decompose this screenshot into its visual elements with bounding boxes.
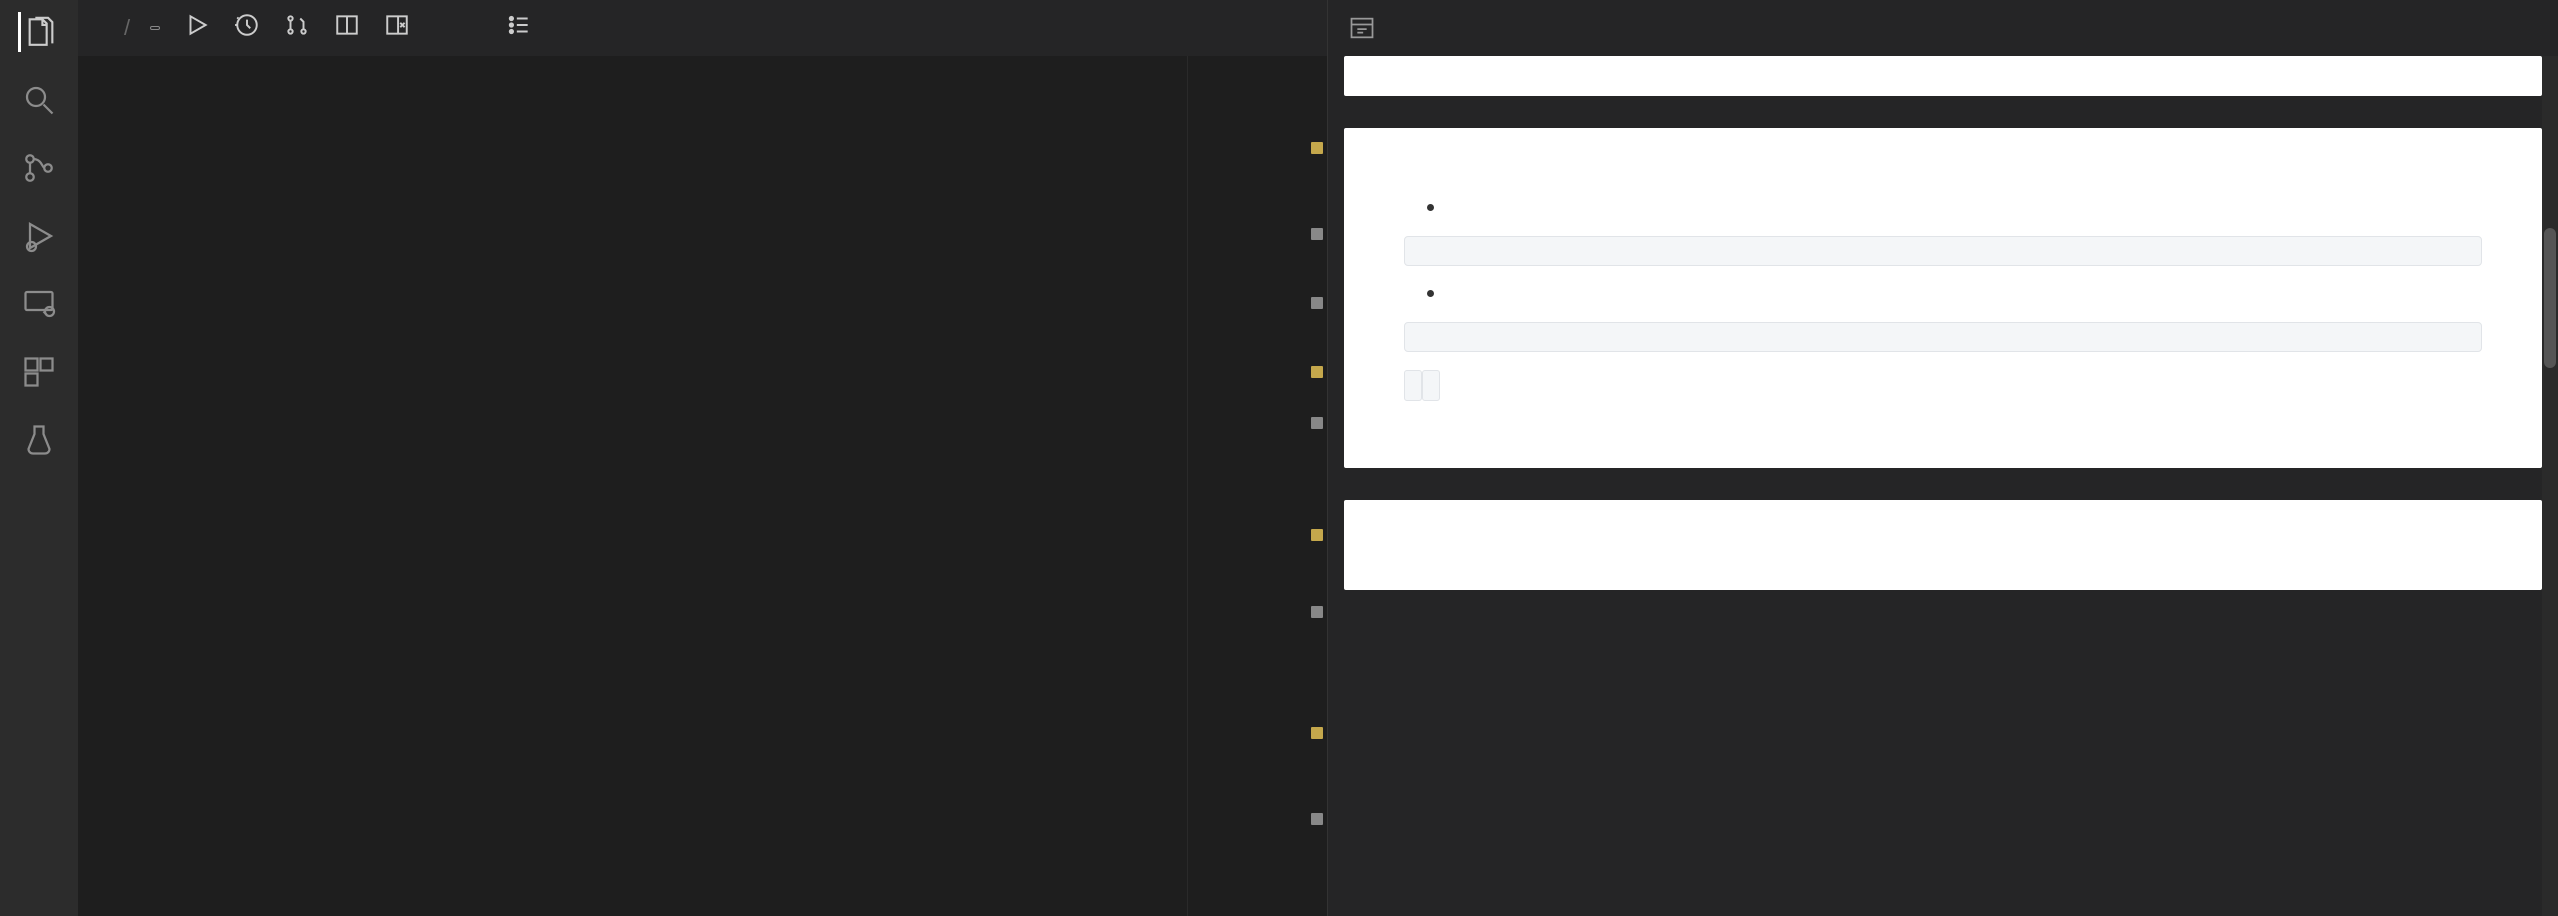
split-icon[interactable] xyxy=(334,12,360,45)
slide-paragraph xyxy=(1404,366,2482,404)
preview-icon xyxy=(1348,14,1376,42)
history-icon[interactable] xyxy=(234,12,260,45)
slide-codeblock xyxy=(1404,322,2482,352)
activity-explorer-icon[interactable] xyxy=(18,12,58,52)
line-number-gutter xyxy=(78,56,226,916)
preview-body[interactable] xyxy=(1328,56,2558,916)
activity-bar xyxy=(0,0,78,916)
preview-pane xyxy=(1328,0,2558,916)
slide-next xyxy=(1344,500,2542,590)
inline-code xyxy=(1404,370,1422,401)
activity-debug-icon[interactable] xyxy=(19,216,59,256)
breadcrumb-symbol-icon xyxy=(150,26,160,30)
activity-extensions-icon[interactable] xyxy=(19,352,59,392)
run-icon[interactable] xyxy=(184,12,210,45)
activity-testing-icon[interactable] xyxy=(19,420,59,460)
slide-bullet xyxy=(1448,280,2482,308)
inline-code xyxy=(1422,370,1440,401)
editor-pane: / xyxy=(78,0,1328,916)
pull-request-icon[interactable] xyxy=(284,12,310,45)
code-area[interactable] xyxy=(226,56,1187,916)
preview-side-icon[interactable] xyxy=(384,12,410,45)
slide-previous xyxy=(1344,56,2542,96)
editor-body[interactable] xyxy=(78,56,1327,916)
activity-remote-icon[interactable] xyxy=(19,284,59,324)
slide-current xyxy=(1344,128,2542,468)
preview-scrollbar[interactable] xyxy=(2542,56,2558,916)
activity-scm-icon[interactable] xyxy=(19,148,59,188)
editor-toolbar xyxy=(184,12,556,45)
list-icon[interactable] xyxy=(506,12,532,45)
breadcrumb[interactable] xyxy=(150,26,166,30)
overview-ruler[interactable] xyxy=(1307,56,1327,916)
slide-codeblock xyxy=(1404,236,2482,266)
main-split: / xyxy=(78,0,2558,916)
slide-bullet xyxy=(1448,194,2482,222)
minimap[interactable] xyxy=(1187,56,1307,916)
preview-title-bar xyxy=(1328,0,2558,56)
editor-tab-bar: / xyxy=(78,0,1327,56)
activity-search-icon[interactable] xyxy=(19,80,59,120)
